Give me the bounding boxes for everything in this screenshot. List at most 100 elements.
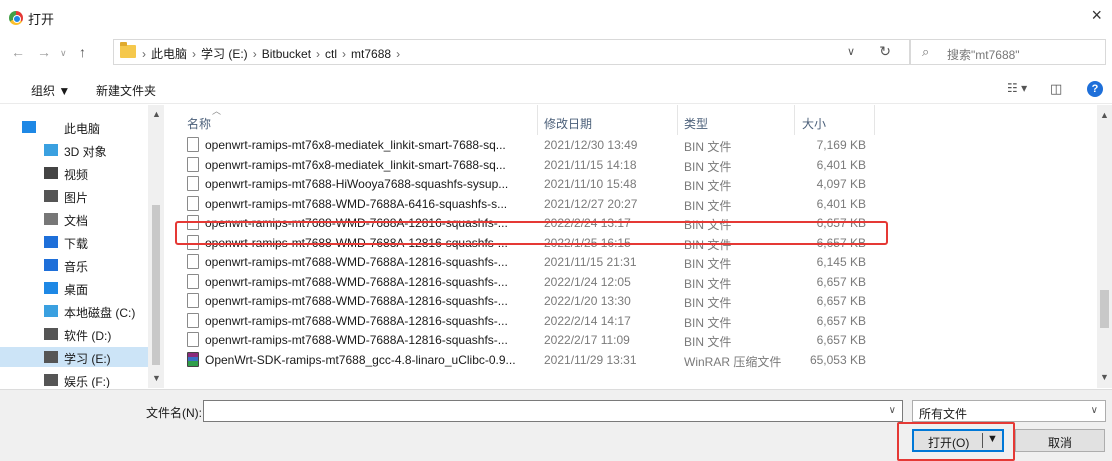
nav-item-label: 音乐	[64, 260, 89, 274]
nav-item[interactable]: 学习 (E:)	[0, 347, 150, 367]
breadcrumb-item[interactable]: ctl	[325, 47, 337, 61]
open-button[interactable]: 打开(O) ▼	[912, 429, 1004, 452]
file-size: 6,657 KB	[816, 313, 866, 328]
column-date[interactable]: 修改日期	[544, 115, 592, 132]
nav-item[interactable]: 软件 (D:)	[0, 324, 150, 344]
file-type-value: 所有文件	[919, 407, 968, 421]
nav-item[interactable]: 娱乐 (F:)	[0, 370, 150, 388]
organize-button[interactable]: 组织 ▼	[31, 82, 70, 99]
filename-label: 文件名(N):	[146, 406, 202, 420]
video-icon	[44, 167, 58, 179]
column-name[interactable]: 名称	[187, 115, 211, 132]
preview-pane-icon[interactable]: ◫	[1050, 81, 1062, 97]
nav-scroll-up-icon[interactable]: ▲	[152, 109, 161, 119]
nav-item[interactable]: 3D 对象	[0, 140, 150, 160]
nav-item[interactable]: 此电脑	[0, 117, 150, 137]
cancel-button[interactable]: 取消	[1015, 429, 1105, 452]
file-row[interactable]: openwrt-ramips-mt7688-WMD-7688A-12816-sq…	[172, 272, 892, 292]
list-scroll-up-icon[interactable]: ▲	[1100, 110, 1109, 120]
breadcrumb-separator-icon[interactable]: ›	[192, 47, 196, 61]
nav-item[interactable]: 桌面	[0, 278, 150, 298]
recent-dropdown-icon[interactable]: ∨	[60, 48, 67, 59]
breadcrumb-separator-icon[interactable]: ›	[342, 47, 346, 61]
breadcrumb-item[interactable]: 此电脑	[151, 47, 187, 61]
nav-item-label: 软件 (D:)	[64, 329, 112, 343]
breadcrumb-separator-icon[interactable]: ›	[396, 47, 400, 61]
file-row[interactable]: openwrt-ramips-mt7688-HiWooya7688-squash…	[172, 174, 892, 194]
list-scroll-down-icon[interactable]: ▼	[1100, 372, 1109, 382]
file-date: 2022/1/25 16:15	[544, 235, 631, 250]
nav-item[interactable]: 文档	[0, 209, 150, 229]
column-type[interactable]: 类型	[684, 115, 708, 132]
file-row[interactable]: openwrt-ramips-mt7688-WMD-7688A-12816-sq…	[172, 330, 892, 350]
file-row[interactable]: openwrt-ramips-mt76x8-mediatek_linkit-sm…	[172, 135, 892, 155]
file-row[interactable]: openwrt-ramips-mt7688-WMD-7688A-12816-sq…	[172, 291, 892, 311]
nav-item[interactable]: 图片	[0, 186, 150, 206]
back-icon[interactable]: ←	[11, 44, 25, 60]
nav-item[interactable]: 下载	[0, 232, 150, 252]
breadcrumb-separator-icon[interactable]: ›	[142, 47, 146, 61]
desktop-icon	[44, 282, 58, 294]
file-size: 6,401 KB	[816, 157, 866, 172]
file-icon	[187, 195, 199, 211]
file-row[interactable]: openwrt-ramips-mt7688-WMD-7688A-12816-sq…	[172, 311, 892, 331]
file-name: openwrt-ramips-mt7688-WMD-7688A-12816-sq…	[205, 313, 508, 328]
refresh-icon[interactable]: ↻	[879, 43, 891, 60]
close-icon[interactable]: ×	[1091, 5, 1102, 26]
file-size: 7,169 KB	[816, 138, 866, 152]
breadcrumb-item[interactable]: mt7688	[351, 47, 391, 61]
file-icon	[187, 215, 199, 230]
filename-dropdown-icon[interactable]: ∨	[889, 405, 896, 416]
search-box[interactable]: ⌕ 搜索"mt7688"	[910, 39, 1106, 65]
list-scroll-thumb[interactable]	[1100, 290, 1109, 328]
filename-field[interactable]: ∨	[203, 400, 903, 422]
file-size: 6,657 KB	[816, 216, 866, 230]
file-row[interactable]: OpenWrt-SDK-ramips-mt7688_gcc-4.8-linaro…	[172, 350, 892, 370]
file-row[interactable]: openwrt-ramips-mt7688-WMD-7688A-12816-sq…	[172, 252, 892, 272]
nav-item[interactable]: 本地磁盘 (C:)	[0, 301, 150, 321]
forward-icon[interactable]: →	[37, 44, 51, 60]
breadcrumb-item[interactable]: 学习 (E:)	[201, 47, 248, 61]
nav-item-label: 本地磁盘 (C:)	[64, 306, 136, 320]
navigation-pane: 娱乐 (F:) 学习 (E:) 软件 (D:) 本地磁盘 (C:) 桌面 音乐 下载 文档 图片…	[0, 105, 164, 388]
file-type: BIN 文件	[684, 140, 732, 154]
file-icon	[187, 234, 199, 250]
new-folder-button[interactable]: 新建文件夹	[96, 82, 156, 99]
breadcrumb-item[interactable]: Bitbucket	[262, 47, 311, 61]
file-row[interactable]: openwrt-ramips-mt7688-WMD-7688A-12816-sq…	[172, 233, 892, 253]
filename-input[interactable]	[204, 401, 874, 421]
nav-scroll-down-icon[interactable]: ▼	[152, 373, 161, 383]
file-name: openwrt-ramips-mt7688-WMD-7688A-12816-sq…	[205, 294, 508, 308]
file-size: 6,657 KB	[816, 333, 866, 347]
filter-dropdown-icon: ∨	[1090, 405, 1098, 416]
search-placeholder: 搜索"mt7688"	[947, 48, 1020, 62]
breadcrumb-separator-icon[interactable]: ›	[253, 47, 257, 61]
list-scrollbar[interactable]	[1097, 105, 1112, 388]
file-date: 2022/2/24 13:17	[544, 216, 631, 230]
breadcrumb-separator-icon[interactable]: ›	[316, 47, 320, 61]
nav-item[interactable]: 视频	[0, 163, 150, 183]
view-options-icon[interactable]: ☷ ▾	[1007, 81, 1027, 95]
help-icon[interactable]: ?	[1087, 81, 1103, 97]
file-date: 2021/11/10 15:48	[544, 177, 637, 191]
nav-scroll-thumb[interactable]	[152, 205, 160, 365]
nav-item-label: 3D 对象	[64, 145, 107, 159]
up-icon[interactable]: ↑	[79, 44, 86, 60]
drive-icon	[44, 328, 58, 340]
cube-icon	[44, 144, 58, 156]
file-name: openwrt-ramips-mt7688-WMD-7688A-6416-squ…	[205, 196, 508, 211]
file-row[interactable]: openwrt-ramips-mt7688-WMD-7688A-6416-squ…	[172, 194, 892, 214]
file-type-filter[interactable]: 所有文件 ∨	[912, 400, 1106, 422]
file-date: 2022/1/20 13:30	[544, 294, 631, 308]
address-dropdown-icon[interactable]: ∨	[847, 45, 855, 58]
file-row[interactable]: openwrt-ramips-mt76x8-mediatek_linkit-sm…	[172, 155, 892, 175]
search-icon: ⌕	[922, 44, 930, 59]
toolbar: 组织 ▼ 新建文件夹 ☷ ▾ ◫ ?	[0, 76, 1112, 104]
title-bar: 打开 ×	[0, 0, 1112, 32]
open-dropdown-icon[interactable]: ▼	[987, 433, 998, 445]
address-bar[interactable]: › 此电脑 › 学习 (E:) › Bitbucket › ctl › mt7688 › ∨ ↻	[113, 39, 910, 65]
nav-item[interactable]: 音乐	[0, 255, 150, 275]
column-size[interactable]: 大小	[802, 115, 826, 132]
file-row[interactable]: openwrt-ramips-mt7688-WMD-7688A-12816-sq…	[172, 213, 892, 233]
drive-icon	[44, 305, 58, 317]
